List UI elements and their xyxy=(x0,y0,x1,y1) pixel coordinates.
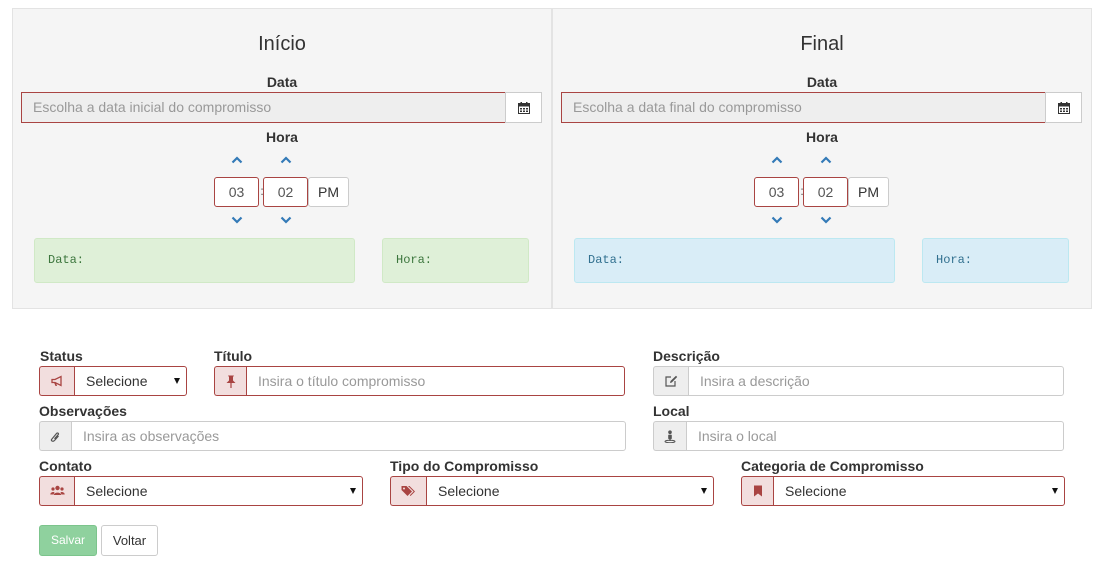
end-hour-up-button[interactable] xyxy=(770,155,784,165)
descricao-placeholder: Insira a descrição xyxy=(700,373,810,389)
categoria-addon xyxy=(741,476,773,506)
chevron-down-icon xyxy=(820,216,832,224)
categoria-select-group: Selecione xyxy=(741,476,1065,506)
observacoes-addon xyxy=(39,421,71,451)
contato-select-group: Selecione xyxy=(39,476,363,506)
observacoes-input[interactable]: Insira as observações xyxy=(71,421,626,451)
end-title: Final xyxy=(800,33,844,55)
save-button[interactable]: Salvar xyxy=(39,525,97,556)
chevron-up-icon xyxy=(820,156,832,164)
caret-down-icon xyxy=(174,378,180,384)
tipo-select-group: Selecione xyxy=(390,476,714,506)
status-addon xyxy=(39,366,74,396)
end-minute-input[interactable]: 02 xyxy=(803,177,848,207)
chevron-up-icon xyxy=(231,156,243,164)
end-hour-input[interactable]: 03 xyxy=(754,177,799,207)
categoria-select[interactable]: Selecione xyxy=(773,476,1065,506)
end-date-label: Data xyxy=(806,74,838,90)
tipo-label: Tipo do Compromisso xyxy=(390,458,539,474)
status-select-value: Selecione xyxy=(86,373,148,389)
titulo-label: Título xyxy=(214,348,253,364)
start-meridian-toggle[interactable]: PM xyxy=(308,177,349,207)
bookmark-icon xyxy=(753,485,762,497)
caret-down-icon xyxy=(1052,488,1058,494)
start-minute-input[interactable]: 02 xyxy=(263,177,308,207)
end-minute-up-button[interactable] xyxy=(819,155,833,165)
status-select[interactable]: Selecione xyxy=(74,366,187,396)
calendar-icon xyxy=(517,101,530,114)
pushpin-icon xyxy=(226,375,235,388)
end-time-label: Hora xyxy=(806,129,838,145)
end-minute-down-button[interactable] xyxy=(819,215,833,225)
observacoes-label: Observações xyxy=(39,403,127,419)
categoria-label: Categoria de Compromisso xyxy=(741,458,924,474)
edit-icon xyxy=(664,375,677,387)
contato-label: Contato xyxy=(39,458,92,474)
contato-select[interactable]: Selecione xyxy=(74,476,363,506)
map-pin-person-icon xyxy=(664,429,676,443)
tags-icon xyxy=(401,486,415,496)
observacoes-input-group: Insira as observações xyxy=(39,421,626,451)
descricao-input-group: Insira a descrição xyxy=(653,366,1064,396)
tipo-addon xyxy=(390,476,426,506)
titulo-input[interactable]: Insira o título compromisso xyxy=(246,366,625,396)
start-calendar-button[interactable] xyxy=(505,92,542,123)
calendar-icon xyxy=(1057,101,1070,114)
chevron-up-icon xyxy=(280,156,292,164)
titulo-addon xyxy=(214,366,246,396)
end-date-placeholder: Escolha a data final do compromisso xyxy=(573,99,802,115)
end-panel: Final Data Escolha a data final do compr… xyxy=(552,8,1092,309)
caret-down-icon xyxy=(350,488,356,494)
start-date-placeholder: Escolha a data inicial do compromisso xyxy=(33,99,272,115)
status-select-group: Selecione xyxy=(39,366,187,396)
back-button[interactable]: Voltar xyxy=(101,525,158,556)
end-hour-down-button[interactable] xyxy=(770,215,784,225)
users-icon xyxy=(49,485,65,495)
descricao-label: Descrição xyxy=(653,348,720,364)
local-placeholder: Insira o local xyxy=(698,428,777,444)
chevron-down-icon xyxy=(231,216,243,224)
titulo-input-group: Insira o título compromisso xyxy=(214,366,625,396)
local-label: Local xyxy=(653,403,690,419)
local-addon xyxy=(653,421,686,451)
tipo-select[interactable]: Selecione xyxy=(426,476,714,506)
end-meridian-toggle[interactable]: PM xyxy=(848,177,889,207)
start-date-input[interactable]: Escolha a data inicial do compromisso xyxy=(21,92,506,123)
start-date-label: Data xyxy=(266,74,298,90)
caret-down-icon xyxy=(701,488,707,494)
contato-addon xyxy=(39,476,74,506)
categoria-select-value: Selecione xyxy=(785,483,847,499)
start-hour-up-button[interactable] xyxy=(230,155,244,165)
chevron-down-icon xyxy=(280,216,292,224)
start-hour-input[interactable]: 03 xyxy=(214,177,259,207)
start-minute-down-button[interactable] xyxy=(279,215,293,225)
start-title: Início xyxy=(258,33,306,55)
start-time-label: Hora xyxy=(266,129,298,145)
observacoes-placeholder: Insira as observações xyxy=(83,428,220,444)
start-panel: Início Data Escolha a data inicial do co… xyxy=(12,8,552,309)
chevron-down-icon xyxy=(771,216,783,224)
start-time-output: Hora: xyxy=(382,238,529,283)
contato-select-value: Selecione xyxy=(86,483,148,499)
start-hour-down-button[interactable] xyxy=(230,215,244,225)
descricao-input[interactable]: Insira a descrição xyxy=(688,366,1064,396)
local-input[interactable]: Insira o local xyxy=(686,421,1064,451)
bullhorn-icon xyxy=(50,375,62,387)
local-input-group: Insira o local xyxy=(653,421,1064,451)
end-calendar-button[interactable] xyxy=(1045,92,1082,123)
end-time-output: Hora: xyxy=(922,238,1069,283)
titulo-placeholder: Insira o título compromisso xyxy=(258,373,426,389)
tipo-select-value: Selecione xyxy=(438,483,500,499)
chevron-up-icon xyxy=(771,156,783,164)
start-minute-up-button[interactable] xyxy=(279,155,293,165)
status-label: Status xyxy=(40,348,83,364)
start-date-output: Data: xyxy=(34,238,355,283)
end-date-output: Data: xyxy=(574,238,895,283)
descricao-addon xyxy=(653,366,688,396)
end-date-input[interactable]: Escolha a data final do compromisso xyxy=(561,92,1046,123)
paperclip-icon xyxy=(50,431,60,442)
